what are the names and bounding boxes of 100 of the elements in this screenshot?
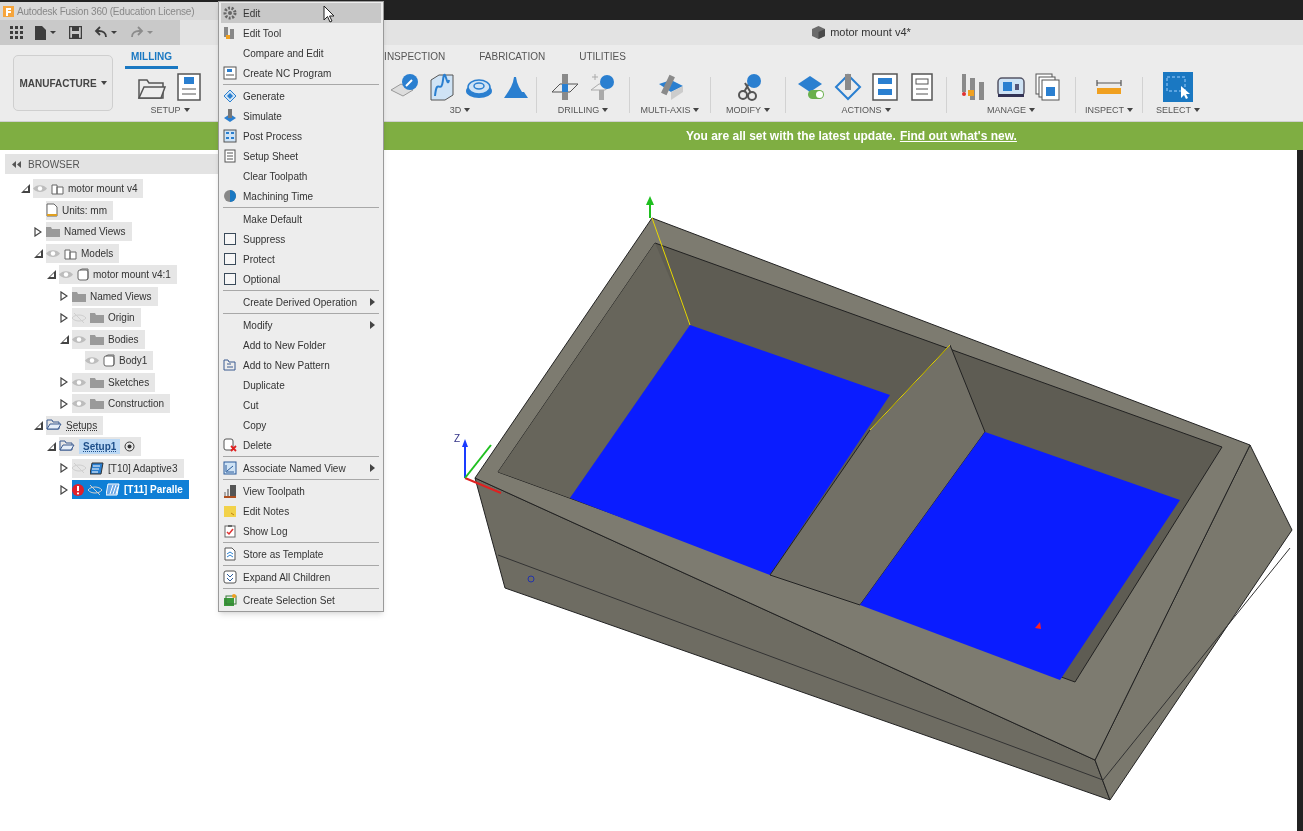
menu-item[interactable]: Show Log — [221, 521, 381, 541]
menu-item[interactable]: Create Derived Operation — [221, 292, 381, 312]
menu-item[interactable]: Post Process — [221, 126, 381, 146]
menu-item[interactable]: Edit — [221, 3, 381, 23]
tree-expanded-icon[interactable] — [46, 270, 56, 280]
caret-icon — [602, 108, 609, 113]
tree-expanded-icon[interactable] — [20, 184, 30, 194]
menu-item[interactable]: Associate Named View — [221, 458, 381, 478]
menu-item[interactable]: Machining Time — [221, 186, 381, 206]
menu-item[interactable]: Simulate — [221, 106, 381, 126]
checkbox[interactable] — [224, 233, 236, 245]
menu-item[interactable]: Modify — [221, 315, 381, 335]
tree-collapsed-icon[interactable] — [60, 398, 68, 409]
menu-item[interactable]: Optional — [221, 269, 381, 289]
tree-expanded-icon[interactable] — [59, 334, 69, 344]
workspace-dropdown[interactable]: MANUFACTURE — [13, 55, 113, 111]
ribbon-group-dropdown[interactable]: ACTIONS — [841, 103, 891, 117]
tree-collapsed-icon[interactable] — [34, 226, 42, 237]
menu-item[interactable]: Generate — [221, 86, 381, 106]
menu-item[interactable]: Clear Toolpath — [221, 166, 381, 186]
menu-item[interactable]: Copy — [221, 415, 381, 435]
checkbox[interactable] — [224, 253, 236, 265]
menu-item[interactable]: Suppress — [221, 229, 381, 249]
ribbon-group-dropdown[interactable]: DRILLING — [557, 103, 609, 117]
menu-item[interactable]: Setup Sheet — [221, 146, 381, 166]
ribbon-tab[interactable]: MILLING — [125, 47, 179, 69]
menu-item[interactable]: Create NC Program — [221, 63, 381, 83]
menu-item[interactable]: Protect — [221, 249, 381, 269]
hidden-eye-icon[interactable] — [88, 484, 102, 495]
ribbon-group-dropdown[interactable]: MANAGE — [987, 103, 1035, 117]
menu-item[interactable]: Expand All Children — [221, 567, 381, 587]
ribbon-tab[interactable]: INSPECTION — [378, 47, 452, 69]
tree-item[interactable]: Setups — [46, 415, 104, 435]
folder-icon — [90, 376, 104, 388]
menu-item[interactable]: View Toolpath — [221, 481, 381, 501]
tree-item[interactable]: Origin — [72, 308, 141, 328]
menu-item[interactable]: Make Default — [221, 209, 381, 229]
tree-item[interactable]: motor mount v4 — [33, 179, 144, 199]
menu-item[interactable]: Add to New Pattern — [221, 355, 381, 375]
checkbox[interactable] — [224, 273, 236, 285]
tree-item[interactable]: Named Views — [46, 222, 132, 242]
tree-item[interactable]: Bodies — [72, 329, 145, 349]
tree-collapsed-icon[interactable] — [60, 291, 68, 302]
menu-item[interactable]: Delete — [221, 435, 381, 455]
tree-expanded-icon[interactable] — [46, 442, 56, 452]
component-icon — [51, 182, 64, 196]
tree-item[interactable]: motor mount v4:1 — [59, 265, 177, 285]
named-view-icon — [223, 461, 237, 475]
ribbon-group-dropdown[interactable]: SELECT — [1156, 103, 1200, 117]
tree-collapsed-icon[interactable] — [60, 377, 68, 388]
drill-bit-icon[interactable] — [549, 72, 580, 102]
clipboard-check-icon — [223, 524, 237, 538]
menu-item[interactable]: Create Selection Set — [221, 590, 381, 610]
save-icon[interactable] — [69, 26, 82, 39]
ribbon-group-dropdown[interactable]: SETUP — [150, 103, 190, 117]
tree-item[interactable]: Setup1 — [59, 437, 142, 457]
ribbon-group-dropdown[interactable]: 3D — [449, 103, 471, 117]
menu-item[interactable]: Cut — [221, 395, 381, 415]
document-lines-icon — [223, 149, 237, 163]
tree-item[interactable]: [T11] Paralle — [72, 480, 189, 500]
ribbon-tab[interactable]: UTILITIES — [573, 47, 632, 69]
tree-collapsed-icon[interactable] — [60, 463, 68, 474]
toolpath-operation-icon — [90, 461, 104, 475]
pie-clock-icon — [223, 189, 237, 203]
mouse-cursor-icon — [323, 5, 335, 23]
undo-icon[interactable] — [94, 26, 118, 39]
template-icon — [223, 547, 237, 561]
tree-expanded-icon[interactable] — [33, 248, 43, 258]
menu-item[interactable]: Edit Notes — [221, 501, 381, 521]
bar-chart-icon — [223, 484, 237, 498]
tree-collapsed-icon[interactable] — [60, 484, 68, 495]
ribbon-group-dropdown[interactable]: INSPECT — [1085, 103, 1133, 117]
ribbon-group-dropdown[interactable]: MODIFY — [726, 103, 770, 117]
app-grid-icon[interactable] — [10, 26, 23, 39]
diamond-layers-icon — [223, 89, 237, 103]
file-dropdown-icon[interactable] — [35, 25, 57, 40]
app-logo-icon — [3, 5, 14, 17]
diamond-tool-icon[interactable] — [832, 72, 863, 102]
tree-collapsed-icon[interactable] — [60, 312, 68, 323]
tree-item[interactable]: [T10] Adaptive3 — [72, 458, 184, 478]
tree-item[interactable]: Construction — [72, 394, 171, 414]
component-icon — [64, 246, 77, 260]
expand-chevron-icon — [223, 570, 237, 584]
menu-item[interactable]: Edit Tool — [221, 23, 381, 43]
tree-item[interactable]: Named Views — [72, 286, 158, 306]
folder-icon — [90, 312, 104, 324]
collapse-panel-icon[interactable] — [12, 160, 21, 168]
tree-expanded-icon[interactable] — [33, 420, 43, 430]
menu-item[interactable]: Duplicate — [221, 375, 381, 395]
window-select-icon[interactable] — [1163, 72, 1193, 102]
ribbon-tab[interactable]: FABRICATION — [473, 47, 552, 69]
tree-item[interactable]: Models — [46, 243, 120, 263]
tree-item[interactable]: Sketches — [72, 372, 156, 392]
menu-item[interactable]: Store as Template — [221, 544, 381, 564]
ribbon-group-dropdown[interactable]: MULTI-AXIS — [640, 103, 700, 117]
menu-item[interactable]: Add to New Folder — [221, 335, 381, 355]
tree-item[interactable]: Units: mm — [46, 200, 113, 220]
tree-item[interactable]: Body1 — [85, 351, 154, 371]
folder-icon — [90, 398, 104, 410]
menu-item[interactable]: Compare and Edit — [221, 43, 381, 63]
